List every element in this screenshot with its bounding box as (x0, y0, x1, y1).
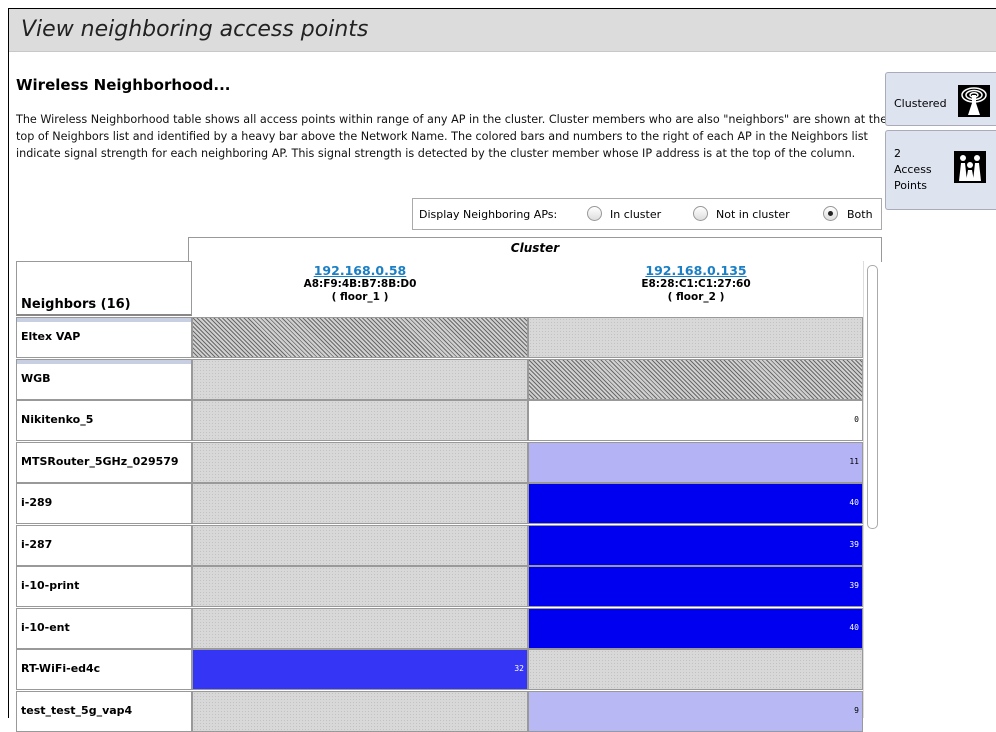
radio-not-in-cluster[interactable] (693, 206, 708, 221)
neighbor-name: i-287 (21, 538, 53, 551)
neighbor-name: i-10-print (21, 579, 80, 592)
signal-cell: 40 (528, 483, 863, 524)
member-ip-link[interactable]: 192.168.0.58 (192, 264, 528, 277)
neighbor-name: i-289 (21, 496, 53, 509)
member-mac: A8:F9:4B:B7:8B:D0 (303, 278, 417, 290)
signal-cell-empty (192, 359, 528, 400)
signal-value: 40 (849, 498, 859, 507)
neighbor-name-cell: i-289 (16, 483, 192, 524)
neighbor-name-cell: Eltex VAP (16, 317, 192, 358)
cluster-member-2: 192.168.0.135 E8:28:C1:C1:27:60 ( floor_… (528, 264, 864, 304)
neighbors-header: Neighbors (16) (16, 261, 192, 316)
frame-left-border (8, 8, 9, 718)
display-filter: Display Neighboring APs: In cluster Not … (412, 198, 882, 230)
cluster-header: Cluster (188, 237, 882, 262)
page-title: View neighboring access points (21, 17, 369, 42)
table-row: i-289 40 (16, 483, 863, 524)
table-row: WGB (16, 359, 863, 400)
signal-value: 0 (854, 415, 859, 424)
table-row: i-10-print 39 (16, 566, 863, 607)
table-row: test_test_5g_vap4 9 (16, 691, 863, 732)
signal-value: 40 (849, 623, 859, 632)
cluster-signal-icon (958, 85, 990, 117)
radio-in-cluster-label[interactable]: In cluster (610, 208, 661, 221)
radio-both-label[interactable]: Both (847, 208, 873, 221)
cluster-title: Cluster (510, 241, 560, 255)
access-points-icon (954, 151, 986, 183)
signal-value: 39 (849, 581, 859, 590)
signal-cell: 40 (528, 608, 863, 649)
table-row: RT-WiFi-ed4c 32 (16, 649, 863, 690)
neighbor-name: i-10-ent (21, 621, 70, 634)
neighbor-name-cell: test_test_5g_vap4 (16, 691, 192, 732)
access-points-count: 2 (894, 147, 901, 160)
section-heading: Wireless Neighborhood... (16, 76, 231, 94)
signal-value: 32 (514, 664, 524, 673)
table-scrollbar[interactable] (863, 261, 881, 718)
signal-cell-empty (192, 483, 528, 524)
signal-cell: 9 (528, 691, 863, 732)
table-row: i-10-ent 40 (16, 608, 863, 649)
signal-cell-empty (192, 525, 528, 566)
neighbors-header-label: Neighbors (16) (21, 297, 131, 312)
member-location: ( floor_2 ) (667, 291, 725, 303)
clustered-panel[interactable]: Clustered (885, 72, 996, 126)
clustered-label: Clustered (894, 97, 947, 110)
signal-cell: 11 (528, 442, 863, 483)
cluster-member-bar (17, 318, 191, 322)
neighbor-name-cell: Nikitenko_5 (16, 400, 192, 441)
signal-cell: 32 (192, 649, 528, 690)
table-row: MTSRouter_5GHz_029579 11 (16, 442, 863, 483)
signal-cell-empty (192, 400, 528, 441)
member-location: ( floor_1 ) (331, 291, 389, 303)
member-mac: E8:28:C1:C1:27:60 (641, 278, 751, 290)
access-points-panel[interactable]: 2 Access Points (885, 130, 996, 210)
signal-cell-self (528, 359, 863, 400)
signal-value: 9 (854, 706, 859, 715)
signal-cell-empty (192, 566, 528, 607)
cluster-member-bar (17, 360, 191, 364)
member-ip-link[interactable]: 192.168.0.135 (528, 264, 864, 277)
signal-value: 39 (849, 540, 859, 549)
scrollbar-thumb[interactable] (867, 265, 878, 529)
neighbor-name-cell: WGB (16, 359, 192, 400)
description-text: The Wireless Neighborhood table shows al… (16, 113, 888, 160)
neighbor-name-cell: RT-WiFi-ed4c (16, 649, 192, 690)
access-points-label-1: Access (894, 163, 932, 176)
neighbor-name: Nikitenko_5 (21, 413, 94, 426)
display-filter-label: Display Neighboring APs: (419, 208, 558, 221)
page-title-bar: View neighboring access points (9, 9, 996, 52)
cluster-member-1: 192.168.0.58 A8:F9:4B:B7:8B:D0 ( floor_1… (192, 264, 528, 304)
neighbor-name: Eltex VAP (21, 330, 81, 343)
neighbor-name: MTSRouter_5GHz_029579 (21, 455, 179, 468)
neighbor-name-cell: i-10-ent (16, 608, 192, 649)
neighbor-name: test_test_5g_vap4 (21, 704, 133, 717)
neighbor-name-cell: i-287 (16, 525, 192, 566)
table-row: Eltex VAP (16, 317, 863, 358)
signal-cell: 0 (528, 400, 863, 441)
table-row: i-287 39 (16, 525, 863, 566)
neighbor-name: RT-WiFi-ed4c (21, 662, 101, 675)
table-row: Nikitenko_5 0 (16, 400, 863, 441)
radio-both[interactable] (823, 206, 838, 221)
signal-cell-empty (528, 649, 863, 690)
neighbor-name-cell: i-10-print (16, 566, 192, 607)
radio-in-cluster[interactable] (587, 206, 602, 221)
signal-cell-empty (192, 442, 528, 483)
signal-cell-self (192, 317, 528, 358)
signal-value: 11 (849, 457, 859, 466)
radio-not-in-cluster-label[interactable]: Not in cluster (716, 208, 790, 221)
signal-cell-empty (192, 608, 528, 649)
access-points-label-2: Points (894, 179, 928, 192)
neighbor-name-cell: MTSRouter_5GHz_029579 (16, 442, 192, 483)
signal-cell-empty (528, 317, 863, 358)
signal-cell-empty (192, 691, 528, 732)
signal-cell: 39 (528, 566, 863, 607)
neighbor-name: WGB (21, 372, 51, 385)
signal-cell: 39 (528, 525, 863, 566)
